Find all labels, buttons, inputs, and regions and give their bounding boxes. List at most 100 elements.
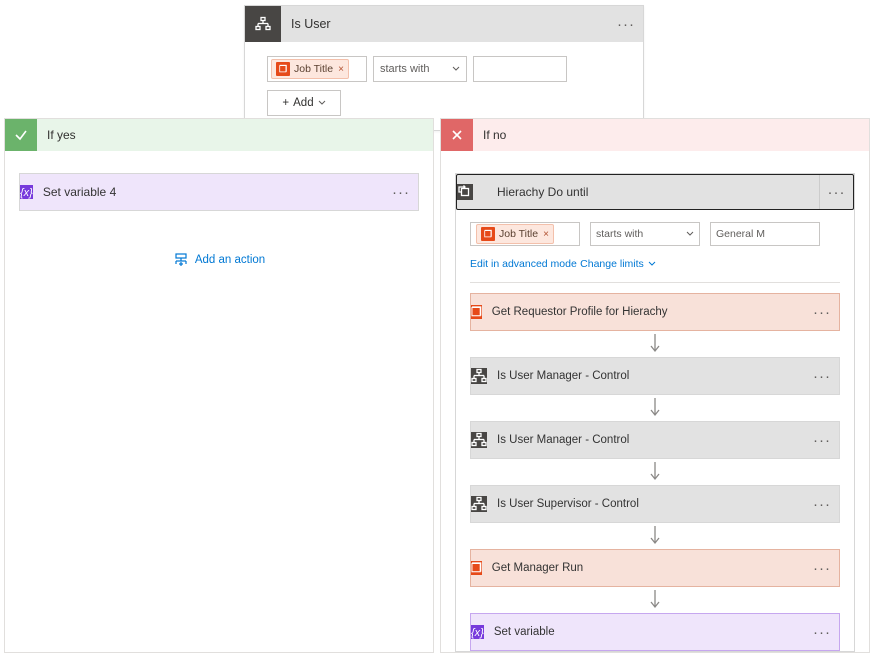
arrow-down-icon	[648, 589, 662, 611]
card-menu-button[interactable]: ···	[805, 368, 839, 385]
arrow-down-icon	[648, 397, 662, 419]
set-variable-card: {x} Set variable 4 ···	[19, 173, 419, 211]
step-connector	[470, 331, 840, 357]
card-menu-button[interactable]: ···	[805, 560, 839, 577]
token-remove-icon[interactable]: ×	[543, 229, 549, 240]
edit-advanced-link[interactable]: Edit in advanced mode	[470, 258, 577, 270]
divider	[470, 282, 840, 283]
loop-icon	[457, 184, 473, 200]
chevron-down-icon	[648, 260, 656, 268]
arrow-down-icon	[648, 525, 662, 547]
du-operator-select[interactable]: starts with	[590, 222, 700, 246]
step-card: ❐Get Manager Run···	[470, 549, 840, 587]
chevron-down-icon	[318, 99, 326, 107]
branch-no-header: If no	[441, 119, 869, 151]
add-condition-button[interactable]: + Add	[267, 90, 341, 116]
chevron-down-icon	[686, 230, 694, 238]
plus-icon: +	[282, 97, 289, 109]
set-variable-header[interactable]: {x} Set variable 4 ···	[20, 174, 418, 210]
card-menu-button[interactable]: ···	[805, 496, 839, 513]
office-connector-icon: ❐	[471, 561, 482, 575]
step-header[interactable]: ❐Get Manager Run···	[471, 550, 839, 586]
step-title: Is User Supervisor - Control	[487, 498, 805, 510]
do-until-body: ❐ Job Title × starts with General M	[456, 210, 854, 651]
step-title: Set variable	[484, 626, 805, 638]
card-menu-button[interactable]: ···	[384, 184, 418, 201]
top-card-body: ❐ Job Title × starts with + Add	[245, 42, 643, 130]
card-menu-button[interactable]: ···	[805, 304, 839, 321]
condition-icon	[471, 496, 487, 512]
step-card: ❐Get Requestor Profile for Hierachy···	[470, 293, 840, 331]
card-menu-button[interactable]: ···	[609, 16, 643, 33]
condition-value-field[interactable]	[473, 56, 567, 82]
du-op-label: starts with	[596, 228, 643, 240]
step-connector	[470, 587, 840, 613]
step-connector	[470, 395, 840, 421]
du-value-text: General M	[716, 228, 765, 240]
step-header[interactable]: Is User Manager - Control···	[471, 358, 839, 394]
branch-no-label: If no	[473, 128, 516, 142]
branch-no-body: Hierachy Do until ··· ❐ Job Title ×	[441, 151, 869, 652]
change-limits-label: Change limits	[580, 258, 644, 270]
add-label: Add	[293, 97, 313, 109]
step-header[interactable]: Is User Manager - Control···	[471, 422, 839, 458]
du-left-field[interactable]: ❐ Job Title ×	[470, 222, 580, 246]
token-label: Job Title	[499, 228, 538, 240]
token-label: Job Title	[294, 63, 333, 75]
card-menu-button[interactable]: ···	[805, 432, 839, 449]
top-condition-card: Is User ··· ❐ Job Title × starts with + …	[244, 5, 644, 131]
branch-yes-label: If yes	[37, 128, 86, 142]
chevron-down-icon	[452, 65, 460, 73]
branch-no: If no Hierachy Do until ···	[440, 118, 870, 653]
step-card: Is User Manager - Control···	[470, 357, 840, 395]
do-until-condition-row: ❐ Job Title × starts with General M	[470, 222, 840, 246]
step-card: {x}Set variable···	[470, 613, 840, 651]
step-header[interactable]: ❐Get Requestor Profile for Hierachy···	[471, 294, 839, 330]
add-action-link[interactable]: Add an action	[19, 253, 419, 267]
add-action-label: Add an action	[195, 254, 265, 266]
card-menu-button[interactable]: ···	[819, 175, 853, 209]
check-icon	[5, 119, 37, 151]
do-until-header[interactable]: Hierachy Do until ···	[456, 174, 854, 210]
change-limits-link[interactable]: Change limits	[580, 258, 656, 270]
step-header[interactable]: Is User Supervisor - Control···	[471, 486, 839, 522]
step-header[interactable]: {x}Set variable···	[471, 614, 839, 650]
step-connector	[470, 523, 840, 549]
step-title: Is User Manager - Control	[487, 370, 805, 382]
job-title-token[interactable]: ❐ Job Title ×	[271, 59, 349, 79]
du-value-field[interactable]: General M	[710, 222, 820, 246]
branch-yes: If yes {x} Set variable 4 ··· Add an a	[4, 118, 434, 653]
add-action-icon	[173, 253, 189, 267]
top-card-title: Is User	[281, 17, 609, 31]
job-title-token[interactable]: ❐ Job Title ×	[476, 224, 554, 244]
condition-icon	[471, 368, 487, 384]
operator-label: starts with	[380, 63, 430, 75]
close-icon	[441, 119, 473, 151]
step-card: Is User Manager - Control···	[470, 421, 840, 459]
top-card-header[interactable]: Is User ···	[245, 6, 643, 42]
variable-icon: {x}	[20, 185, 33, 199]
arrow-down-icon	[648, 461, 662, 483]
office-connector-icon: ❐	[471, 305, 482, 319]
card-menu-button[interactable]: ···	[805, 624, 839, 641]
step-title: Get Requestor Profile for Hierachy	[482, 306, 805, 318]
office-icon: ❐	[481, 227, 495, 241]
condition-left-field[interactable]: ❐ Job Title ×	[267, 56, 367, 82]
token-remove-icon[interactable]: ×	[338, 64, 344, 75]
arrow-down-icon	[648, 333, 662, 355]
condition-row: ❐ Job Title × starts with	[267, 56, 621, 82]
do-until-card: Hierachy Do until ··· ❐ Job Title ×	[455, 173, 855, 652]
step-title: Get Manager Run	[482, 562, 805, 574]
set-variable-title: Set variable 4	[33, 185, 384, 199]
step-connector	[470, 459, 840, 485]
step-title: Is User Manager - Control	[487, 434, 805, 446]
office-icon: ❐	[276, 62, 290, 76]
condition-operator-select[interactable]: starts with	[373, 56, 467, 82]
variable-icon: {x}	[471, 625, 484, 639]
condition-icon	[471, 432, 487, 448]
condition-icon	[245, 6, 281, 42]
branches-container: If yes {x} Set variable 4 ··· Add an a	[4, 118, 870, 653]
step-card: Is User Supervisor - Control···	[470, 485, 840, 523]
branch-yes-header: If yes	[5, 119, 433, 151]
step-list: ❐Get Requestor Profile for Hierachy···Is…	[470, 293, 840, 651]
